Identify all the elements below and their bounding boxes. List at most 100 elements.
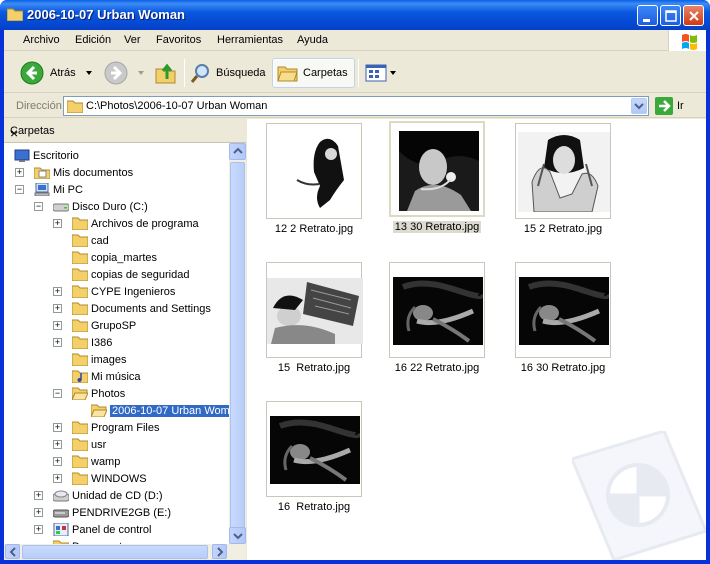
scroll-down-button[interactable] (229, 527, 246, 544)
scroll-left-button[interactable] (5, 544, 20, 559)
collapse-button[interactable]: − (53, 389, 62, 398)
back-button[interactable]: Atrás (20, 58, 94, 88)
file-thumbnail[interactable] (266, 401, 362, 497)
tree-node[interactable]: Documents and Settings (71, 300, 211, 317)
file-name-label[interactable]: 12 2 Retrato.jpg (249, 223, 379, 235)
menu-archivo[interactable]: Archivo (23, 34, 60, 46)
tree-node[interactable]: Archivos de programa (71, 215, 199, 232)
tree-node[interactable]: Photos (71, 385, 125, 402)
tree-node[interactable]: Mis documentos (33, 164, 134, 181)
tree-node[interactable]: wamp (71, 453, 121, 470)
address-input[interactable]: C:\Photos\2006-10-07 Urban Woman (63, 96, 649, 116)
expand-button[interactable]: + (53, 321, 62, 330)
expand-button[interactable]: + (53, 338, 62, 347)
menu-edicion[interactable]: Edición (75, 34, 111, 46)
file-name-text: 15 Retrato.jpg (277, 362, 351, 374)
file-name-label[interactable]: 13 30 Retrato.jpg (372, 221, 502, 233)
file-name-label[interactable]: 16 Retrato.jpg (249, 501, 379, 513)
tree-node[interactable]: copias de seguridad (71, 266, 189, 283)
pc-icon (34, 182, 50, 197)
file-name-label[interactable]: 16 30 Retrato.jpg (498, 362, 628, 374)
expand-button[interactable]: + (34, 508, 43, 517)
tree-node[interactable]: Mi PC (34, 181, 83, 198)
expand-button[interactable]: + (34, 491, 43, 500)
expand-button[interactable]: + (15, 168, 24, 177)
tree-node[interactable]: Escritorio (14, 147, 79, 164)
file-name-label[interactable]: 15 Retrato.jpg (249, 362, 379, 374)
tree-node-label: Panel de control (72, 523, 152, 536)
minimize-button[interactable] (637, 5, 658, 26)
tree-node[interactable]: PENDRIVE2GB (E:) (52, 504, 171, 521)
file-thumbnail[interactable] (515, 123, 611, 219)
chevron-down-icon[interactable] (136, 68, 146, 78)
chevron-down-icon (233, 533, 243, 540)
tree-node[interactable]: CYPE Ingenieros (71, 283, 175, 300)
go-button[interactable]: Ir (655, 97, 684, 115)
menu-favoritos[interactable]: Favoritos (156, 34, 201, 46)
expand-button[interactable]: + (53, 287, 62, 296)
folder-icon (71, 217, 89, 231)
collapse-button[interactable]: − (15, 185, 24, 194)
tree-node[interactable]: Unidad de CD (D:) (52, 487, 162, 504)
tree-node[interactable]: copia_martes (71, 249, 157, 266)
views-button[interactable] (365, 58, 397, 88)
file-name-label[interactable]: 16 22 Retrato.jpg (372, 362, 502, 374)
chevron-down-icon (634, 103, 644, 110)
folder-icon (71, 421, 89, 435)
photo-preview (267, 278, 363, 347)
tree-node[interactable]: Panel de control (53, 521, 152, 538)
tree-node[interactable]: usr (71, 436, 106, 453)
file-thumbnail[interactable] (389, 121, 485, 217)
forward-button[interactable] (104, 58, 146, 88)
address-dropdown-button[interactable] (631, 98, 647, 114)
expand-button[interactable]: + (53, 457, 62, 466)
title-bar[interactable]: 2006-10-07 Urban Woman (0, 0, 710, 30)
photo-preview (393, 277, 485, 348)
file-thumbnail[interactable] (389, 262, 485, 358)
folders-button[interactable]: Carpetas (272, 58, 355, 88)
collapse-button[interactable]: − (34, 202, 43, 211)
expand-button[interactable]: + (34, 525, 43, 534)
close-button[interactable] (683, 5, 704, 26)
scroll-thumb[interactable] (230, 162, 245, 528)
file-thumbnail[interactable] (266, 262, 363, 358)
file-thumbnail[interactable] (515, 262, 611, 358)
back-arrow-icon (20, 61, 44, 85)
expand-button[interactable]: + (53, 440, 62, 449)
tree-node[interactable]: GrupoSP (71, 317, 136, 334)
expand-button[interactable]: + (53, 474, 62, 483)
tree-node[interactable]: Disco Duro (C:) (52, 198, 148, 215)
chevron-down-icon[interactable] (389, 68, 397, 78)
expand-button[interactable]: + (53, 219, 62, 228)
tree-node[interactable]: images (71, 351, 126, 368)
tree-node[interactable]: cad (71, 232, 109, 249)
tree-node-label: cad (91, 234, 109, 247)
horizontal-scrollbar[interactable] (4, 544, 246, 560)
close-pane-button[interactable]: × (10, 125, 238, 141)
docs-icon (33, 166, 51, 180)
maximize-button[interactable] (660, 5, 681, 26)
chevron-down-icon[interactable] (84, 68, 94, 78)
file-name-label[interactable]: 15 2 Retrato.jpg (498, 223, 628, 235)
tree-node[interactable]: Mi música (71, 368, 141, 385)
tree-node[interactable]: WINDOWS (71, 470, 147, 487)
up-folder-button[interactable] (154, 58, 178, 88)
folder-icon (71, 438, 89, 452)
tree-node-label: wamp (91, 455, 121, 468)
scroll-right-button[interactable] (212, 544, 227, 559)
expand-button[interactable]: + (53, 423, 62, 432)
file-thumbnail[interactable] (266, 123, 362, 219)
tree-node[interactable]: Program Files (71, 419, 159, 436)
expand-button[interactable]: + (53, 304, 62, 313)
menu-herramientas[interactable]: Herramientas (217, 34, 283, 46)
search-button[interactable]: Búsqueda (190, 58, 266, 88)
h-scroll-thumb[interactable] (22, 545, 208, 559)
tree-node[interactable]: I386 (71, 334, 112, 351)
vertical-scrollbar[interactable] (229, 143, 246, 544)
scroll-up-button[interactable] (229, 143, 246, 160)
tree-node-label: Mis documentos (53, 166, 134, 179)
tree-node[interactable]: 2006-10-07 Urban Woman (90, 402, 229, 419)
menu-ayuda[interactable]: Ayuda (297, 34, 328, 46)
menu-ver[interactable]: Ver (124, 34, 141, 46)
toolbar-separator (184, 59, 185, 87)
